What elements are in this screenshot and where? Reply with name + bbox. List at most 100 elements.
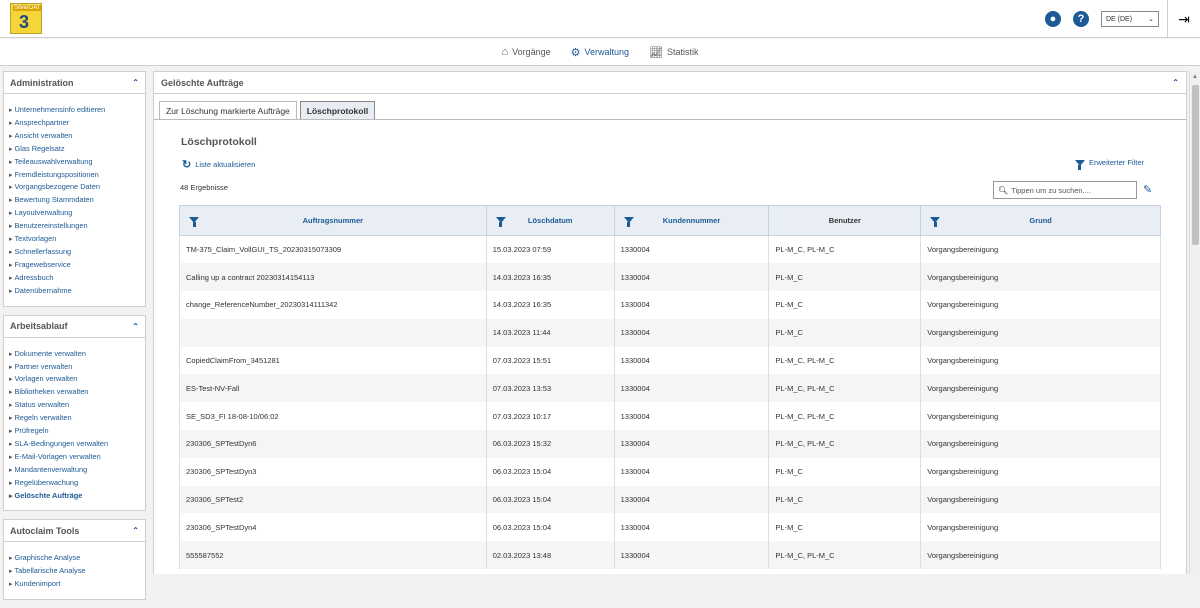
cell-loeschdatum: 02.03.2023 13:48 — [486, 541, 615, 570]
cell-grund: Vorgangsbereinigung — [920, 541, 1161, 570]
app-logo[interactable]: SilverDAT 3 — [10, 3, 42, 34]
sidebar-item[interactable]: Vorlagen verwalten — [9, 373, 140, 386]
table-row[interactable]: ES-Test-NV-Fall 07.03.2023 13:53 1330004 PL… — [179, 374, 1161, 403]
tab-bar: Zur Löschung markierte Aufträge Löschpro… — [159, 101, 378, 119]
table-row[interactable]: CopiedClaimFrom_3451281 07.03.2023 15:51 1… — [179, 346, 1161, 375]
sidebar-item[interactable]: Bibliotheken verwalten — [9, 386, 140, 399]
advanced-filter-link[interactable]: Erweiterter Filter — [1074, 158, 1144, 170]
table-row[interactable]: 555587552 02.03.2023 13:48 1330004 PL-M_C, … — [179, 541, 1161, 570]
sidebar-item[interactable]: Status verwalten — [9, 399, 140, 412]
sidebar-item[interactable]: Adressbuch — [9, 272, 140, 285]
chevron-up-icon[interactable]: ⌃ — [132, 526, 139, 535]
cell-grund: Vorgangsbereinigung — [920, 291, 1161, 319]
cell-auftragsnummer: 230306_SPTest2 — [179, 485, 487, 514]
column-header-grund[interactable]: Grund — [920, 205, 1161, 236]
sidebar-item[interactable]: E-Mail-Vorlagen verwalten — [9, 451, 140, 464]
sidebar-item[interactable]: Partner verwalten — [9, 361, 140, 374]
table-row[interactable]: 230306_SPTest2 06.03.2023 15:04 1330004 PL-… — [179, 485, 1161, 514]
main-panel: Gelöschte Aufträge ⌃ Zur Löschung markie… — [153, 71, 1187, 574]
filter-icon[interactable] — [189, 217, 199, 227]
column-label: Grund — [1029, 216, 1052, 225]
filter-icon[interactable] — [623, 217, 634, 227]
sidebar-item[interactable]: SLA-Bedingungen verwalten — [9, 438, 140, 451]
table-row[interactable]: 230306_SPTestDyn3 06.03.2023 15:04 1330004… — [179, 457, 1161, 486]
cell-kundennummer: 1330004 — [614, 318, 770, 347]
sidebar-item[interactable]: Kundenimport — [9, 578, 140, 591]
sidebar-item[interactable]: Bewertung Stammdaten — [9, 194, 140, 207]
column-header-loeschdatum[interactable]: Löschdatum — [485, 205, 615, 236]
column-header-kundennummer[interactable]: Kundennummer — [613, 205, 770, 236]
cell-grund: Vorgangsbereinigung — [920, 513, 1161, 542]
table-row[interactable]: change_ReferenceNumber_20230314111342 14.… — [179, 291, 1161, 319]
language-select[interactable]: DE (DE) ⌄ — [1101, 11, 1159, 27]
sidebar-item[interactable]: Ansicht verwalten — [9, 130, 140, 143]
cell-grund: Vorgangsbereinigung — [920, 485, 1161, 514]
main-header: Gelöschte Aufträge ⌃ — [154, 72, 1186, 94]
tab-deletion-log[interactable]: Löschprotokoll — [299, 101, 376, 119]
cell-auftragsnummer — [179, 318, 487, 347]
sidebar-item[interactable]: Tabellarische Analyse — [9, 565, 140, 578]
table-row[interactable]: 230306_SPTestDyn4 06.03.2023 15:04 1330004… — [179, 513, 1161, 542]
table-row[interactable]: 14.03.2023 11:44 1330004 PL-M_C Vorgangsber… — [179, 318, 1161, 347]
nav-item-statistik[interactable]: 📈︎ Statistik — [649, 46, 698, 59]
sidebar-item[interactable]: Glas Regelsatz — [9, 143, 140, 156]
sidebar-item[interactable]: Datenübernahme — [9, 285, 140, 298]
sidebar-item[interactable]: Schnellerfassung — [9, 246, 140, 259]
cell-grund: Vorgangsbereinigung — [920, 318, 1161, 347]
sidebar-item[interactable]: Textvorlagen — [9, 233, 140, 246]
help-icon[interactable]: ? — [1073, 11, 1089, 27]
sidebar-item[interactable]: Mandantenverwaltung — [9, 464, 140, 477]
logout-icon[interactable]: ⇥ — [1167, 0, 1200, 38]
chevron-up-icon[interactable]: ⌃ — [132, 322, 139, 331]
column-header-benutzer[interactable]: Benutzer — [768, 205, 922, 236]
sidebar-item[interactable]: Layoutverwaltung — [9, 207, 140, 220]
nav-item-vorgaenge[interactable]: ⌂ Vorgänge — [501, 46, 550, 58]
tab-divider — [154, 119, 1186, 120]
filter-icon[interactable] — [930, 217, 941, 227]
sidebar-item[interactable]: Fragewebservice — [9, 259, 140, 272]
chevron-up-icon[interactable]: ⌃ — [1172, 78, 1179, 87]
user-icon[interactable]: ● — [1045, 11, 1061, 27]
refresh-link[interactable]: ↻ Liste aktualisieren — [182, 158, 255, 171]
page-scrollbar[interactable]: ▲ — [1189, 71, 1200, 574]
cell-auftragsnummer: SE_SD3_FI 18-08-10/06:02 — [179, 402, 487, 431]
sidebar-item[interactable]: Ansprechpartner — [9, 117, 140, 130]
section-header[interactable]: Administration ⌃ — [4, 72, 145, 94]
cell-grund: Vorgangsbereinigung — [920, 402, 1161, 431]
column-header-auftragsnummer[interactable]: Auftragsnummer — [179, 205, 487, 236]
tab-marked-for-deletion[interactable]: Zur Löschung markierte Aufträge — [159, 101, 297, 119]
cell-loeschdatum: 14.03.2023 11:44 — [486, 318, 615, 347]
table-row[interactable]: TM-375_Claim_VollGUI_TS_20230315073309 15… — [179, 235, 1161, 264]
table-row[interactable]: 230306_SPTestDyn6 06.03.2023 15:32 1330004… — [179, 430, 1161, 458]
scrollbar-thumb[interactable] — [1192, 85, 1199, 245]
cell-auftragsnummer: 230306_SPTestDyn6 — [179, 430, 487, 458]
sidebar-item[interactable]: Regeln verwalten — [9, 412, 140, 425]
sidebar-item[interactable]: Teileauswahlverwaltung — [9, 156, 140, 169]
search-input[interactable]: 🔍︎ Tippen um zu suchen.... — [993, 181, 1137, 199]
filter-icon[interactable] — [495, 217, 506, 227]
edit-icon[interactable]: ✎ — [1143, 183, 1152, 196]
table-row[interactable]: Calling up a contract 20230314154113 14.0… — [179, 263, 1161, 292]
results-count: 48 Ergebnisse — [180, 183, 228, 192]
sidebar-item-geloeschte-auftraege[interactable]: Gelöschte Aufträge — [9, 490, 140, 503]
section-header[interactable]: Arbeitsablauf ⌃ — [4, 316, 145, 338]
cell-loeschdatum: 14.03.2023 16:35 — [486, 291, 615, 319]
sidebar-item[interactable]: Prüfregeln — [9, 425, 140, 438]
nav-item-verwaltung[interactable]: ⚙ Verwaltung — [571, 46, 629, 59]
sidebar-item[interactable]: Regelüberwachung — [9, 477, 140, 490]
sidebar-item[interactable]: Vorgangsbezogene Daten — [9, 181, 140, 194]
table-row[interactable]: SE_SD3_FI 18-08-10/06:02 07.03.2023 10:17… — [179, 402, 1161, 431]
sidebar-item[interactable]: Dokumente verwalten — [9, 348, 140, 361]
filter-label: Erweiterter Filter — [1088, 158, 1144, 167]
scroll-up-icon[interactable]: ▲ — [1192, 74, 1198, 80]
sidebar-item[interactable]: Fremdleistungspositionen — [9, 169, 140, 182]
sidebar-item[interactable]: Unternehmensinfo editieren — [9, 104, 140, 117]
sidebar-item[interactable]: Graphische Analyse — [9, 552, 140, 565]
sidebar-item[interactable]: Benutzereinstellungen — [9, 220, 140, 233]
chevron-up-icon[interactable]: ⌃ — [132, 78, 139, 87]
logo-text: SilverDAT — [13, 5, 42, 11]
home-icon: ⌂ — [501, 46, 509, 58]
section-header[interactable]: Autoclaim Tools ⌃ — [4, 520, 145, 543]
cell-benutzer: PL-M_C, PL-M_C — [768, 346, 922, 375]
cell-loeschdatum: 06.03.2023 15:04 — [486, 457, 615, 486]
